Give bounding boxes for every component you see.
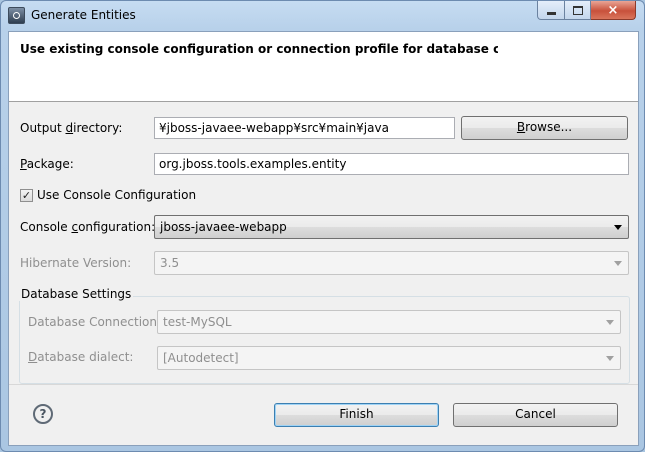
label-mnemonic: P [20,157,27,171]
database-settings-title: Database Settings [19,287,134,301]
use-console-checkbox[interactable]: ✓ [20,189,33,202]
close-icon: × [607,2,619,18]
maximize-icon [572,5,583,15]
label-text: onfiguration: [78,220,156,234]
button-text: rowse... [525,120,573,134]
title-bar[interactable]: Generate Entities × [1,1,644,31]
database-dialect-select[interactable]: [Autodetect] [157,346,621,370]
help-icon[interactable]: ? [33,404,53,424]
message-banner: Use existing console configuration or co… [9,32,638,102]
browse-button[interactable]: Browse... [461,116,628,140]
package-input[interactable]: org.jboss.tools.examples.entity [154,153,629,175]
chevron-down-icon [614,225,622,230]
dialog-content: Use existing console configuration or co… [8,31,639,446]
console-configuration-select[interactable]: jboss-javaee-webapp [154,215,629,239]
database-connection-select[interactable]: test-MySQL [157,310,621,334]
use-console-label[interactable]: Use Console Configuration [37,188,196,202]
selected-value: test-MySQL [163,315,232,329]
app-icon [8,7,25,24]
hibernate-version-select[interactable]: 3.5 [154,251,629,275]
banner-message: Use existing console configuration or co… [20,42,498,56]
output-directory-label: Output directory: [20,121,122,135]
label-text: Console [20,220,72,234]
console-configuration-label: Console configuration: [20,220,155,234]
database-dialect-label: Database dialect: [28,350,133,364]
label-text: atabase dialect: [37,350,134,364]
label-mnemonic: d [65,121,74,135]
footer-separator [9,384,638,385]
window-controls: × [537,1,636,21]
selected-value: jboss-javaee-webapp [160,220,287,234]
chevron-down-icon [606,320,614,325]
hibernate-version-label: Hibernate Version: [20,256,132,270]
selected-value: 3.5 [160,256,180,270]
package-label: Package: [20,157,74,171]
label-text: ackage: [26,157,74,171]
finish-button[interactable]: Finish [274,403,439,427]
chevron-down-icon [606,356,614,361]
button-mnemonic: B [516,120,526,134]
label-text: irectory: [73,121,123,135]
window-title: Generate Entities [31,8,136,22]
maximize-button[interactable] [565,1,591,20]
close-button[interactable]: × [591,1,636,20]
label-text: Output [20,121,66,135]
dialog-window: Generate Entities × Use existing console… [0,0,645,452]
output-directory-input[interactable]: ¥jboss-javaee-webapp¥src¥main¥java [154,117,455,139]
chevron-down-icon [614,261,622,266]
database-connection-label: Database Connection [28,315,157,329]
selected-value: [Autodetect] [163,351,239,365]
minimize-icon [546,11,556,15]
cancel-button[interactable]: Cancel [453,403,618,427]
label-mnemonic: D [28,350,38,364]
minimize-button[interactable] [537,1,565,20]
